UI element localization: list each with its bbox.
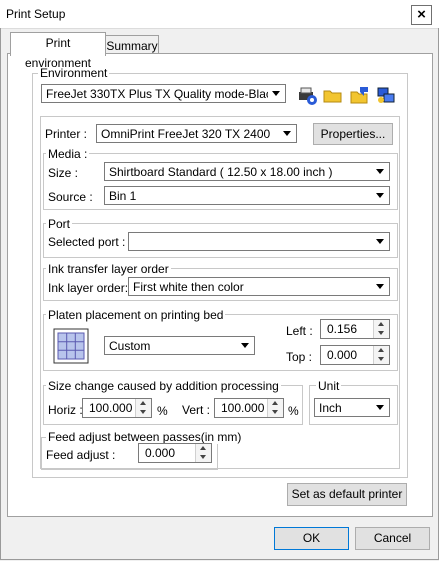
selected-port-label: Selected port : [48, 235, 126, 249]
ink-layer-order-select[interactable]: First white then color [128, 277, 390, 296]
size-change-legend: Size change caused by addition processin… [46, 379, 281, 393]
spin-arrows-icon[interactable] [135, 399, 151, 417]
size-label: Size : [48, 166, 79, 180]
vert-value: 100.000 [221, 401, 265, 415]
ok-button-label: OK [302, 531, 321, 545]
ink-legend: Ink transfer layer order [46, 262, 171, 276]
tab-label: Summary [106, 39, 158, 53]
port-legend: Port [46, 217, 73, 231]
feed-adjust-label: Feed adjust : [46, 448, 116, 462]
vert-unit: % [288, 404, 299, 418]
tab-label: Print environment [24, 36, 92, 70]
left-label: Left : [286, 324, 313, 338]
spin-arrows-icon[interactable] [195, 444, 211, 462]
network-icon[interactable] [375, 84, 397, 106]
tab-print-environment[interactable]: Print environment [10, 32, 106, 70]
spin-arrows-icon[interactable] [373, 346, 389, 364]
unit-value: Inch [319, 401, 342, 415]
ink-layer-order-value: First white then color [133, 280, 244, 294]
chevron-down-icon [373, 400, 388, 415]
top-stepper[interactable]: 0.000 [320, 345, 390, 365]
open-folder-icon[interactable] [322, 84, 344, 106]
title-bar: Print Setup × [0, 0, 439, 29]
platen-grid-icon [53, 328, 89, 364]
ink-layer-order-label: Ink layer order: [48, 281, 129, 295]
chevron-down-icon [280, 126, 295, 141]
chevron-down-icon [373, 279, 388, 294]
cancel-button[interactable]: Cancel [355, 527, 430, 550]
horiz-value: 100.000 [89, 401, 133, 415]
feed-adjust-stepper[interactable]: 0.000 [138, 443, 212, 463]
feed-adjust-legend: Feed adjust between passes(in mm) [46, 430, 244, 444]
source-select[interactable]: Bin 1 [104, 186, 390, 205]
chevron-down-icon [269, 86, 284, 101]
properties-button[interactable]: Properties... [313, 123, 393, 145]
chevron-down-icon [238, 338, 253, 353]
set-default-printer-button[interactable]: Set as default printer [287, 483, 407, 506]
window-title: Print Setup [6, 7, 66, 21]
platen-placement-select[interactable]: Custom [104, 336, 255, 355]
left-stepper[interactable]: 0.156 [320, 319, 390, 339]
platen-legend: Platen placement on printing bed [46, 308, 226, 322]
printer-label: Printer : [45, 127, 88, 141]
size-select[interactable]: Shirtboard Standard ( 12.50 x 18.00 inch… [104, 162, 390, 181]
printer-select[interactable]: OmniPrint FreeJet 320 TX 2400 [96, 124, 297, 143]
close-button[interactable]: × [411, 5, 432, 25]
vert-stepper[interactable]: 100.000 [214, 398, 284, 418]
chevron-down-icon [373, 188, 388, 203]
media-legend: Media : [46, 147, 90, 161]
size-value: Shirtboard Standard ( 12.50 x 18.00 inch… [109, 165, 333, 179]
vert-label: Vert : [182, 403, 211, 417]
printer-value: OmniPrint FreeJet 320 TX 2400 [101, 127, 271, 141]
spin-arrows-icon[interactable] [267, 399, 283, 417]
horiz-unit: % [157, 404, 168, 418]
environment-value: FreeJet 330TX Plus TX Quality mode-Black… [46, 87, 268, 101]
set-default-printer-label: Set as default printer [291, 487, 403, 501]
top-label: Top : [286, 350, 313, 364]
platen-placement-value: Custom [109, 339, 151, 353]
chevron-down-icon [373, 164, 388, 179]
ok-button[interactable]: OK [274, 527, 349, 550]
unit-legend: Unit [316, 379, 342, 393]
top-value: 0.000 [327, 348, 358, 362]
properties-button-label: Properties... [320, 127, 386, 141]
chevron-down-icon [373, 234, 388, 249]
horiz-stepper[interactable]: 100.000 [82, 398, 152, 418]
cancel-button-label: Cancel [373, 531, 412, 545]
source-value: Bin 1 [109, 189, 137, 203]
printer-settings-icon[interactable] [296, 84, 318, 106]
save-folder-icon[interactable] [349, 84, 371, 106]
port-select[interactable] [128, 232, 390, 251]
feed-adjust-value: 0.000 [145, 446, 176, 460]
spin-arrows-icon[interactable] [373, 320, 389, 338]
source-label: Source : [48, 190, 93, 204]
unit-select[interactable]: Inch [314, 398, 390, 417]
left-value: 0.156 [327, 322, 358, 336]
horiz-label: Horiz : [48, 403, 83, 417]
environment-select[interactable]: FreeJet 330TX Plus TX Quality mode-Black… [41, 84, 286, 103]
